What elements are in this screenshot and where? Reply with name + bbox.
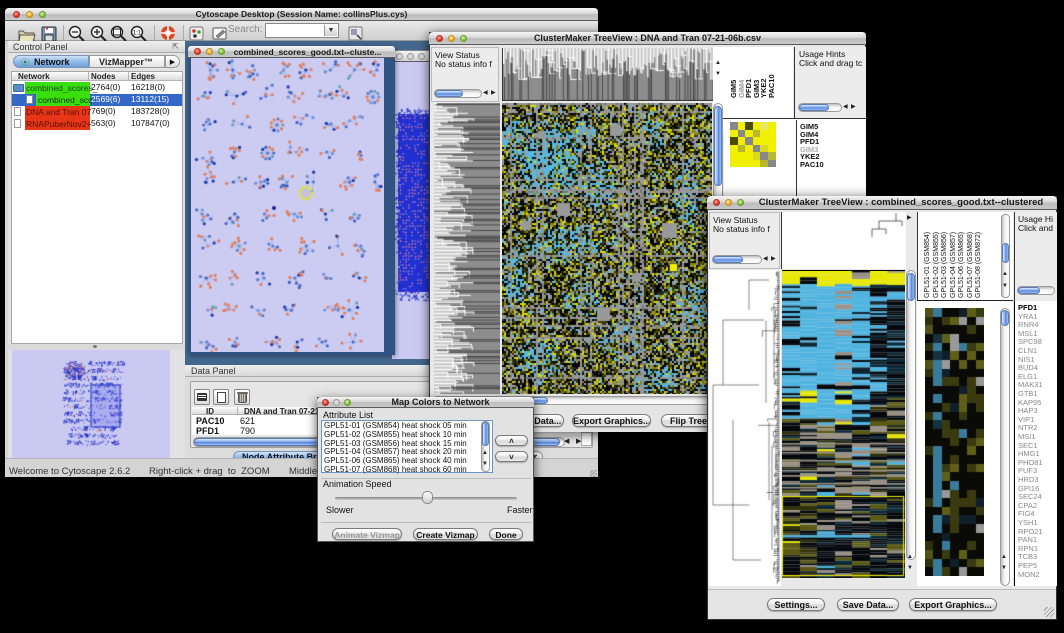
svg-text:1:1: 1:1 [133, 31, 142, 37]
